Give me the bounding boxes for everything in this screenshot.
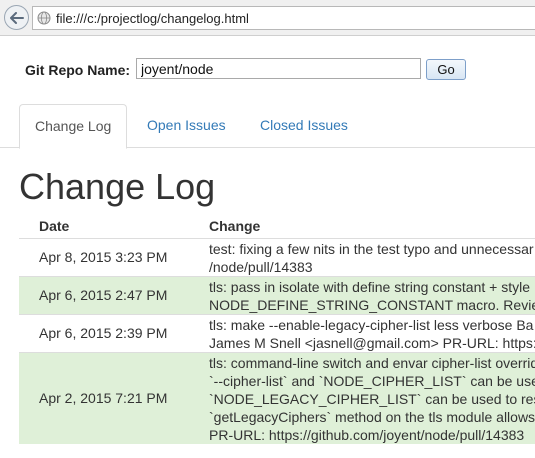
url-field[interactable]: file:///c:/projectlog/changelog.html — [32, 6, 535, 30]
change-line: NODE_DEFINE_STRING_CONSTANT macro. Revie… — [209, 297, 535, 313]
tab-closed-issues[interactable]: Closed Issues — [245, 104, 363, 148]
globe-icon — [37, 11, 51, 25]
change-line: `getLegacyCiphers` method on the tls mod… — [209, 409, 535, 425]
change-line: tls: command-line switch and envar ciphe… — [209, 355, 535, 371]
tab-bar: Change Log Open Issues Closed Issues — [0, 104, 535, 149]
back-button[interactable] — [4, 5, 29, 30]
change-line: PR-URL: https://github.com/joyent/node/p… — [209, 427, 525, 443]
change-line: tls: make --enable-legacy-cipher-list le… — [209, 317, 534, 333]
table-row: Apr 2, 2015 7:21 PM tls: command-line sw… — [19, 352, 535, 444]
tab-open-issues[interactable]: Open Issues — [132, 104, 241, 148]
row-date: Apr 8, 2015 3:23 PM — [39, 249, 168, 265]
row-change: tls: pass in isolate with define string … — [209, 278, 535, 314]
column-header-change: Change — [209, 218, 261, 234]
browser-address-bar: file:///c:/projectlog/changelog.html — [0, 0, 535, 36]
changelog-table: Date Change Apr 8, 2015 3:23 PM test: fi… — [19, 214, 535, 444]
change-line: James M Snell <jasnell@gmail.com> PR-URL… — [209, 335, 535, 351]
page-title: Change Log — [19, 166, 216, 207]
repo-name-input[interactable] — [136, 58, 421, 79]
table-row: Apr 6, 2015 2:47 PM tls: pass in isolate… — [19, 276, 535, 314]
change-line: `NODE_LEGACY_CIPHER_LIST` can be used to… — [209, 391, 535, 407]
row-change: test: fixing a few nits in the test typo… — [209, 240, 534, 276]
row-date: Apr 6, 2015 2:39 PM — [39, 325, 168, 341]
change-line: `--cipher-list` and `NODE_CIPHER_LIST` c… — [209, 373, 535, 389]
change-line: /node/pull/14383 — [209, 259, 313, 275]
change-line: test: fixing a few nits in the test typo… — [209, 241, 534, 257]
url-text: file:///c:/projectlog/changelog.html — [56, 11, 249, 26]
row-date: Apr 6, 2015 2:47 PM — [39, 287, 168, 303]
column-header-date: Date — [39, 218, 70, 234]
row-date: Apr 2, 2015 7:21 PM — [39, 390, 168, 406]
row-change: tls: make --enable-legacy-cipher-list le… — [209, 316, 535, 352]
row-change: tls: command-line switch and envar ciphe… — [209, 354, 535, 444]
change-line: tls: pass in isolate with define string … — [209, 279, 530, 295]
table-header: Date Change — [19, 214, 535, 238]
table-row: Apr 8, 2015 3:23 PM test: fixing a few n… — [19, 238, 535, 276]
tab-change-log[interactable]: Change Log — [19, 104, 128, 149]
back-arrow-icon — [9, 11, 24, 24]
repo-name-label: Git Repo Name: — [25, 62, 131, 78]
go-button[interactable]: Go — [426, 59, 466, 80]
table-row: Apr 6, 2015 2:39 PM tls: make --enable-l… — [19, 314, 535, 352]
